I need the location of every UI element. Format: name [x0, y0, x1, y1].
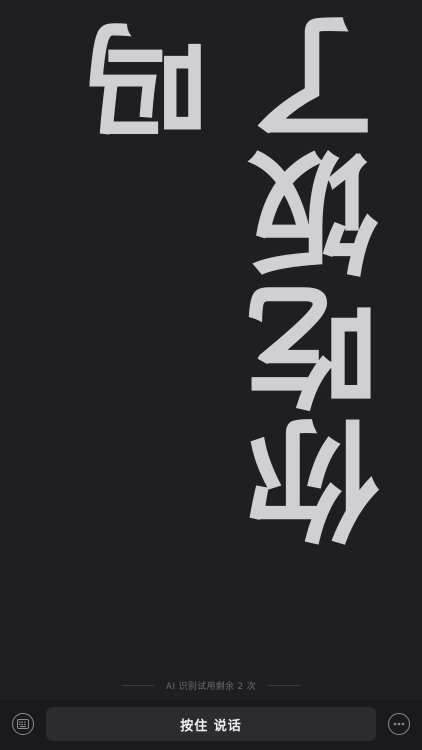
keyboard-icon[interactable]	[12, 713, 34, 735]
input-bar: 按住 说话	[0, 700, 422, 750]
message-line-2: 吗	[86, 18, 230, 144]
hint-divider-right	[268, 684, 301, 686]
message-line-1: 你吃饭了	[247, 12, 401, 548]
message-canvas: 你吃饭了 吗	[0, 0, 422, 700]
ai-trial-hint: AI 识别试用剩余 2 次	[0, 678, 422, 692]
more-icon[interactable]	[388, 713, 410, 735]
hint-divider-left	[121, 684, 154, 686]
hold-to-talk-button[interactable]: 按住 说话	[46, 707, 376, 741]
hint-text: AI 识别试用剩余 2 次	[165, 681, 257, 692]
